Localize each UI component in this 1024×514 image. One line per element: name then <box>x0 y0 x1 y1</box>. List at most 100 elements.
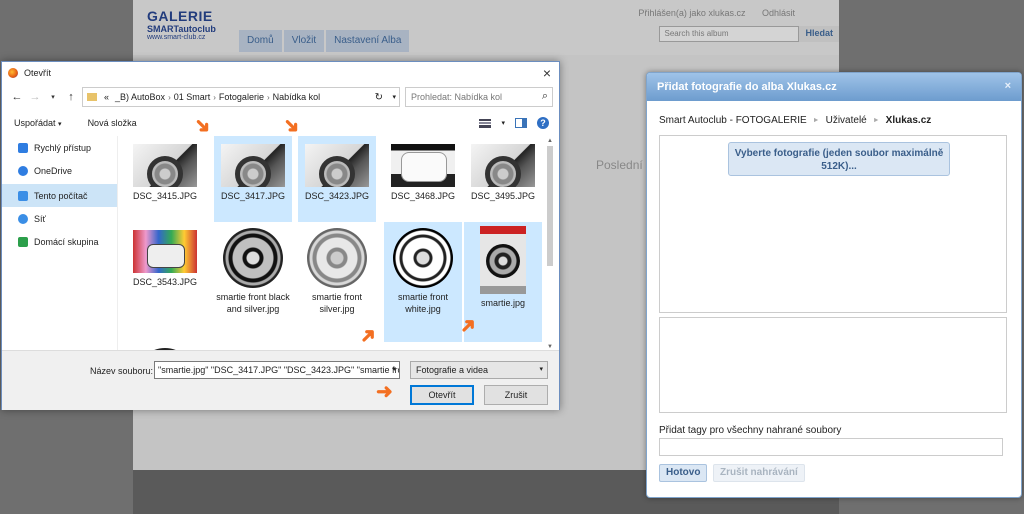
folder-icon <box>87 93 97 101</box>
file-item[interactable]: smartie front black and silver.jpg <box>214 222 292 342</box>
upload-panel-titlebar: Přidat fotografie do alba Xlukas.cz × <box>647 73 1021 101</box>
up-arrow-icon[interactable]: ↑ <box>62 91 80 103</box>
file-item[interactable]: smartie front white.jpg <box>384 222 462 342</box>
file-list: DSC_3415.JPG DSC_3417.JPG DSC_3423.JPG DSC_… <box>126 136 546 350</box>
logo-title: GALERIE <box>147 8 213 24</box>
nav-album-settings[interactable]: Nastavení Alba <box>326 30 410 52</box>
chevron-right-icon[interactable]: › <box>213 93 216 102</box>
sidebar-item-label: Rychlý přístup <box>34 142 92 153</box>
refresh-icon[interactable]: ↻ <box>375 92 383 103</box>
filename-value: "smartie.jpg" "DSC_3417.JPG" "DSC_3423.J… <box>158 365 400 375</box>
back-arrow-icon[interactable]: ← <box>8 91 26 103</box>
sidebar-item[interactable]: Síť <box>2 207 117 230</box>
sidebar-item[interactable]: Tento počítač <box>2 184 117 207</box>
file-thumbnail <box>133 144 197 187</box>
nav-upload[interactable]: Vložit <box>283 30 325 52</box>
forward-arrow-icon[interactable]: → <box>26 91 44 103</box>
file-item[interactable]: DSC_3415.JPG <box>126 136 204 222</box>
chevron-right-icon[interactable]: › <box>168 93 171 102</box>
file-item[interactable]: DSC_3495.JPG <box>464 136 542 222</box>
vertical-scrollbar[interactable]: ▲ ▼ <box>546 138 554 350</box>
sidebar-item-label: OneDrive <box>34 165 73 176</box>
navigation-pane: Rychlý přístup OneDrive Tento počítač Síť Do… <box>2 136 118 350</box>
address-row: ← → ▾ ↑ « _B) AutoBox › 01 Smart › Fotog… <box>2 87 559 107</box>
file-thumbnail <box>221 144 285 187</box>
login-status: Přihlášen(a) jako xlukas.cz <box>638 8 746 18</box>
file-thumbnail <box>471 144 535 187</box>
chevron-right-icon: ► <box>872 117 880 124</box>
organize-label: Uspořádat <box>14 118 56 128</box>
scroll-up-icon[interactable]: ▲ <box>546 138 554 144</box>
annotation-arrow-icon: ➜ <box>376 381 393 403</box>
file-item[interactable]: DSC_3417.JPG <box>214 136 292 222</box>
file-name: DSC_3423.JPG <box>304 191 370 201</box>
file-item[interactable] <box>126 342 204 350</box>
cloud-icon <box>18 165 28 176</box>
breadcrumb-nabidka-kol[interactable]: Nabídka kol <box>273 92 321 102</box>
address-bar[interactable]: « _B) AutoBox › 01 Smart › Fotogalerie ›… <box>82 87 400 107</box>
file-item[interactable]: DSC_3543.JPG <box>126 222 204 342</box>
sidebar-item-label: Tento počítač <box>34 190 88 201</box>
chevron-right-icon: ► <box>812 117 820 124</box>
upload-photos-panel: Přidat fotografie do alba Xlukas.cz × Sm… <box>646 72 1022 498</box>
filetype-select[interactable]: Fotografie a videa ▾ <box>410 361 548 379</box>
tags-label: Přidat tagy pro všechny nahrané soubory <box>659 425 842 436</box>
logo-url: www.smart-club.cz <box>147 34 206 41</box>
file-name: DSC_3468.JPG <box>390 191 456 201</box>
sidebar-item-label: Síť <box>34 213 46 224</box>
file-item[interactable]: DSC_3468.JPG <box>384 136 462 222</box>
help-icon[interactable]: ? <box>537 117 549 129</box>
firefox-icon <box>8 68 18 78</box>
chevron-down-icon: ▾ <box>539 366 543 373</box>
sidebar-item[interactable]: OneDrive <box>2 159 117 182</box>
address-dropdown-icon[interactable]: ▾ <box>392 93 396 101</box>
view-dropdown-icon[interactable]: ▾ <box>501 119 505 127</box>
file-item[interactable]: DSC_3423.JPG <box>298 136 376 222</box>
computer-icon <box>18 190 28 201</box>
site-header: GALERIE SMARTautoclub www.smart-club.cz … <box>133 0 839 55</box>
upload-status-area <box>659 317 1007 413</box>
sidebar-item[interactable]: Domácí skupina <box>2 230 117 253</box>
nav-home[interactable]: Domů <box>239 30 282 52</box>
view-options-icon[interactable] <box>479 118 492 128</box>
new-folder-button[interactable]: Nová složka <box>88 118 137 128</box>
scroll-thumb[interactable] <box>547 146 553 266</box>
breadcrumb-overflow[interactable]: « <box>104 92 109 102</box>
site-search-input[interactable]: Search this album <box>659 26 800 42</box>
file-name: DSC_3415.JPG <box>132 191 198 201</box>
dialog-titlebar: Otevřít <box>2 62 559 84</box>
chevron-down-icon[interactable]: ▾ <box>392 365 396 373</box>
folder-search-input[interactable]: Prohledat: Nabídka kol ⌕ <box>405 87 553 107</box>
cancel-button[interactable]: Zrušit <box>484 385 548 405</box>
breadcrumb-gallery[interactable]: Smart Autoclub - FOTOGALERIE <box>659 115 807 126</box>
recent-dropdown-icon[interactable]: ▾ <box>44 93 62 101</box>
file-thumbnail <box>391 144 455 187</box>
cancel-upload-button[interactable]: Zrušit nahrávání <box>713 464 805 482</box>
sidebar-item[interactable]: Rychlý přístup <box>2 136 117 159</box>
preview-pane-icon[interactable] <box>515 118 527 128</box>
file-name: smartie front white.jpg <box>397 292 448 314</box>
choose-photos-button[interactable]: Vyberte fotografie (jeden soubor maximál… <box>728 142 950 176</box>
breadcrumb-smart[interactable]: 01 Smart <box>174 92 211 102</box>
file-thumbnail <box>223 228 283 288</box>
chevron-right-icon[interactable]: › <box>267 93 270 102</box>
file-name: smartie front silver.jpg <box>311 292 362 314</box>
site-search-button[interactable]: Hledat <box>799 26 839 42</box>
homegroup-icon <box>18 236 28 247</box>
search-placeholder: Prohledat: Nabídka kol <box>411 92 503 102</box>
open-button[interactable]: Otevřít <box>410 385 474 405</box>
close-icon[interactable]: × <box>543 65 551 81</box>
breadcrumb-users[interactable]: Uživatelé <box>826 115 867 126</box>
breadcrumb-fotogalerie[interactable]: Fotogalerie <box>219 92 264 102</box>
filename-label: Název souboru: <box>90 366 154 376</box>
breadcrumb-autobox[interactable]: _B) AutoBox <box>115 92 165 102</box>
done-button[interactable]: Hotovo <box>659 464 708 482</box>
tags-input[interactable] <box>659 438 1003 456</box>
close-icon[interactable]: × <box>1005 80 1011 92</box>
filename-input[interactable]: "smartie.jpg" "DSC_3417.JPG" "DSC_3423.J… <box>154 361 400 379</box>
logout-link[interactable]: Odhlásit <box>762 8 795 18</box>
organize-menu[interactable]: Uspořádat ▾ <box>14 118 62 128</box>
site-logo[interactable]: GALERIE SMARTautoclub www.smart-club.cz <box>147 8 229 41</box>
sidebar-item-label: Domácí skupina <box>34 236 99 247</box>
file-name: DSC_3543.JPG <box>132 277 198 287</box>
